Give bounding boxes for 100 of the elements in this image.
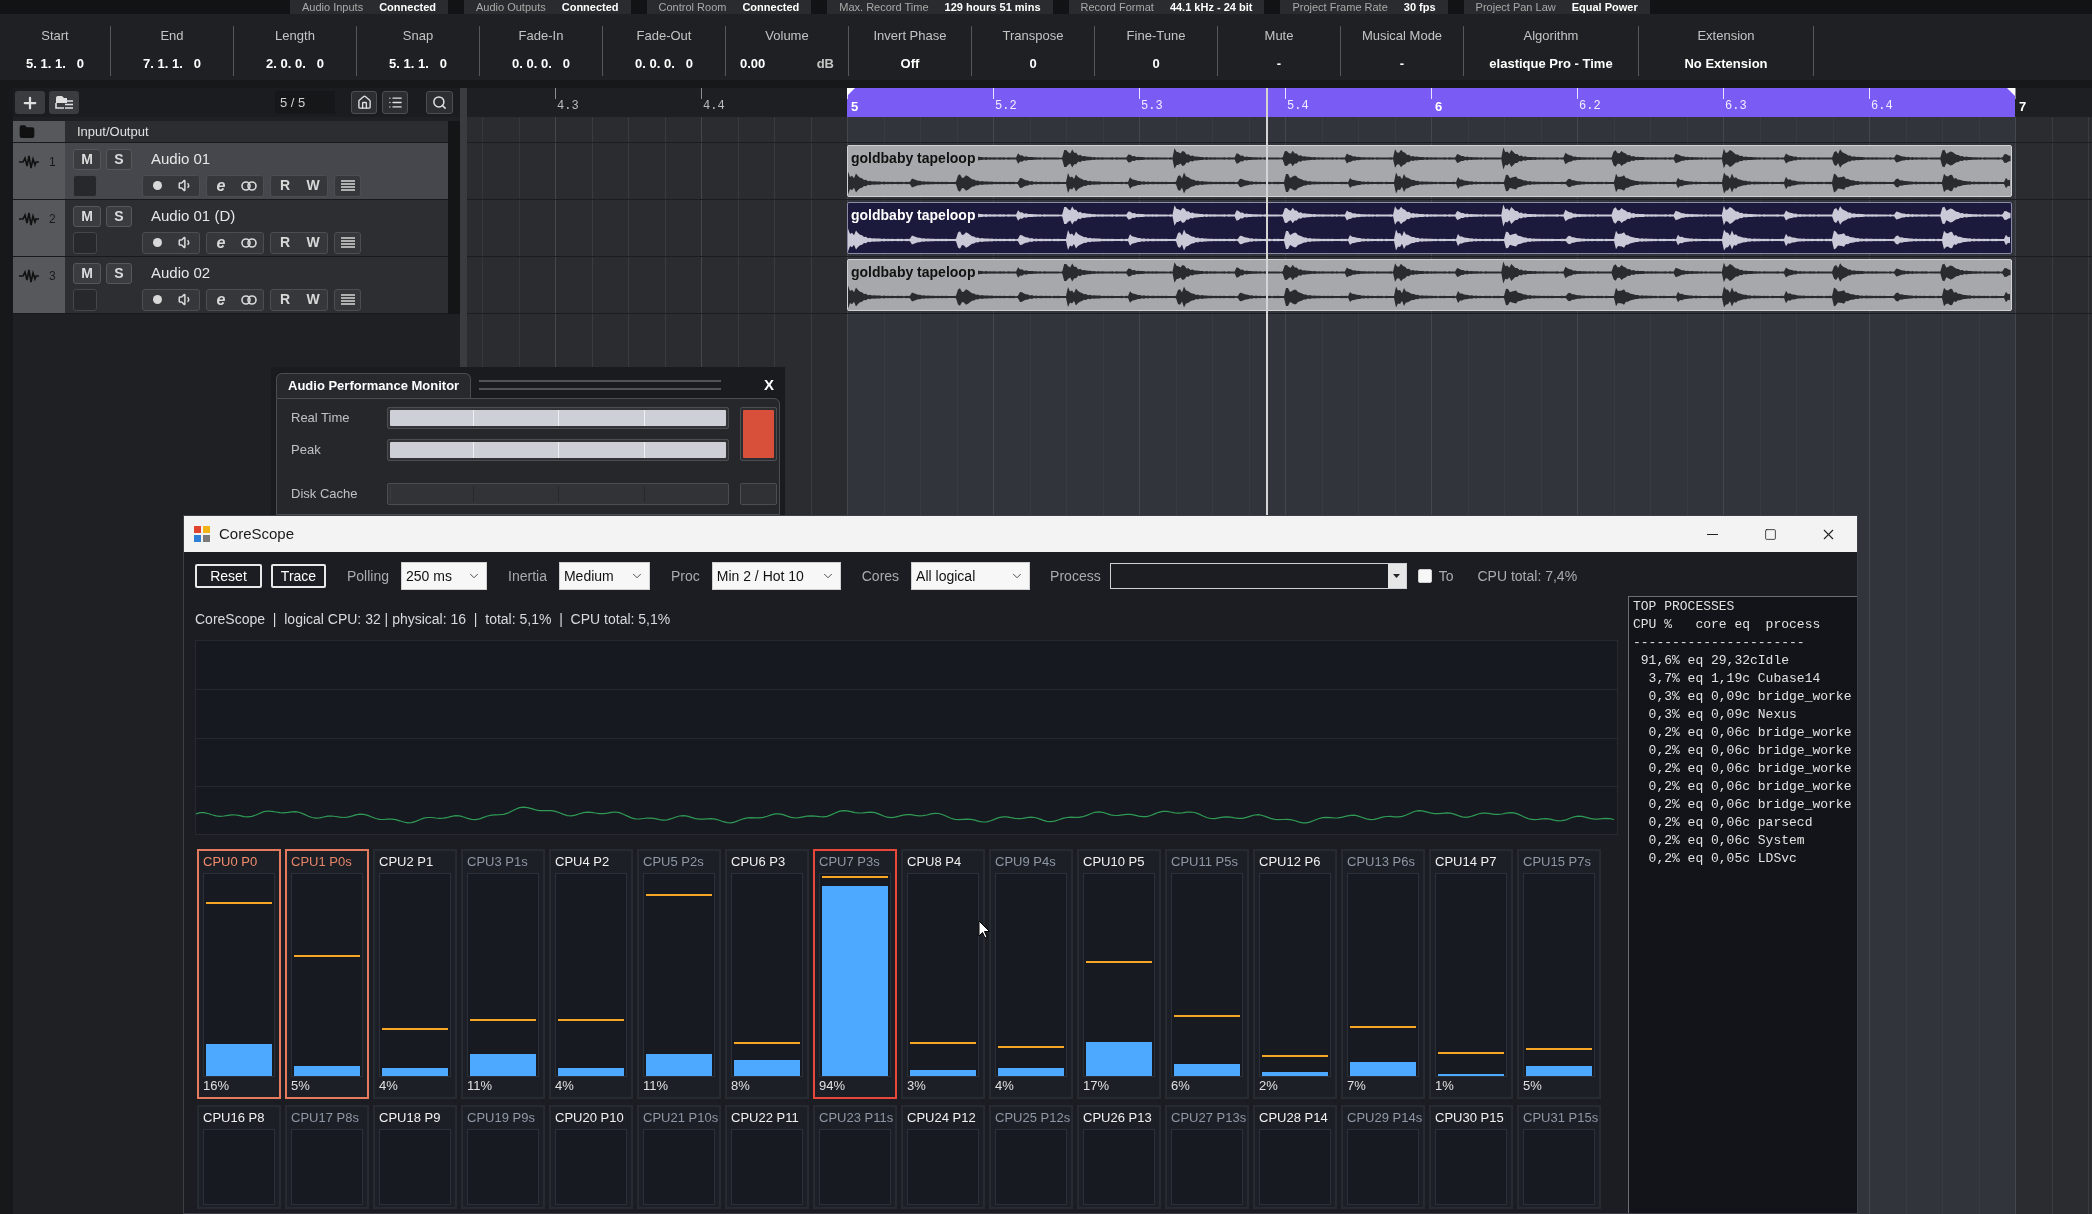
solo-button[interactable]: S	[106, 205, 132, 227]
waveform-icon	[19, 155, 39, 169]
add-track-button[interactable]	[15, 91, 45, 114]
read-button[interactable]: R	[271, 289, 299, 310]
info-value[interactable]: 0	[1029, 53, 1037, 73]
app-icon	[194, 526, 210, 542]
track-header[interactable]: M S Audio 01 e R W	[65, 143, 448, 199]
status-value: Connected	[561, 0, 619, 14]
write-button[interactable]: W	[299, 232, 327, 253]
info-value[interactable]: No Extension	[1684, 53, 1768, 73]
window-tab[interactable]: Audio Performance Monitor	[276, 373, 472, 398]
status-value: Connected	[379, 0, 436, 14]
toolbar-button[interactable]: Trace	[271, 564, 326, 588]
solo-button[interactable]: S	[106, 148, 132, 170]
audio-event[interactable]: goldbaby tapeloop	[847, 202, 2012, 254]
meter-label: Disk Cache	[291, 485, 359, 504]
audio-event[interactable]: goldbaby tapeloop	[847, 259, 2012, 311]
info-value[interactable]: 2. 0. 0. 0	[266, 53, 324, 73]
status-label: Record Format	[1080, 0, 1154, 14]
info-value[interactable]: -	[1276, 53, 1282, 73]
info-value[interactable]: 0. 0. 0. 0	[512, 53, 570, 73]
core-label: CPU7 P3s	[819, 853, 881, 871]
status-value: 129 hours 51 mins	[944, 0, 1041, 14]
info-value[interactable]: 5. 1. 1. 0	[26, 53, 84, 73]
ruler-segment[interactable]: 5	[847, 88, 993, 117]
info-label: Transpose	[1002, 27, 1064, 45]
dropdown-select[interactable]: 250 ms	[401, 562, 488, 590]
process-row-text: 0,2% eq 0,06c System	[1647, 832, 1806, 850]
beat-number: 6.4	[1870, 99, 1894, 114]
info-value[interactable]: 0.00	[740, 53, 766, 73]
to-checkbox[interactable]	[1417, 569, 1432, 583]
editor-button[interactable]	[334, 288, 361, 311]
info-value[interactable]: 7. 1. 1. 0	[143, 53, 201, 73]
ruler-segment[interactable]: 5.4	[1285, 88, 1431, 117]
dropdown-select[interactable]: All logical	[911, 562, 1031, 590]
dot-icon	[152, 181, 162, 190]
core-label: CPU22 P11	[731, 1109, 800, 1127]
beat-number: 4.3	[556, 99, 580, 114]
track-header[interactable]: M S Audio 01 (D) e R W	[65, 200, 448, 256]
write-button[interactable]: W	[299, 289, 327, 310]
toolbar-button[interactable]: Reset	[195, 564, 262, 588]
core-label: CPU23 P11s	[819, 1109, 891, 1127]
rings-icon	[241, 180, 257, 191]
mute-button[interactable]: M	[73, 148, 101, 170]
info-label: Volume	[765, 27, 809, 45]
left-locator-icon[interactable]	[847, 88, 855, 96]
mute-button[interactable]: M	[73, 205, 101, 227]
process-row-text: 0,2% eq 0,05c LDSvc	[1647, 850, 1798, 868]
ruler-segment[interactable]: 5.3	[1139, 88, 1285, 117]
read-button[interactable]: R	[271, 232, 299, 253]
info-value[interactable]: -	[1399, 53, 1405, 73]
ruler-segment[interactable]: 6.4	[1869, 88, 2015, 117]
checkbox-label: To	[1438, 566, 1454, 586]
mute-button[interactable]: M	[73, 262, 101, 284]
core-label: CPU16 P8	[203, 1109, 266, 1127]
dropdown-button[interactable]	[1387, 564, 1406, 588]
info-label: Snap	[402, 27, 434, 45]
field-label: Proc	[670, 566, 700, 586]
search-button[interactable]	[426, 91, 453, 114]
solo-button[interactable]: S	[106, 262, 132, 284]
info-value[interactable]: 5. 1. 1. 0	[389, 53, 447, 73]
house-button[interactable]	[351, 91, 377, 114]
square-toggle-button[interactable]	[73, 174, 97, 197]
info-value[interactable]: 0. 0. 0. 0	[635, 53, 693, 73]
close-button[interactable]: X	[764, 376, 774, 394]
list-button[interactable]	[382, 91, 408, 114]
ruler-segment[interactable]: 6	[1431, 88, 1577, 117]
track-header[interactable]: M S Audio 02 e R W	[65, 257, 448, 313]
core-label: CPU18 P9	[379, 1109, 442, 1127]
scrollbar-track[interactable]	[448, 121, 460, 314]
info-label: Invert Phase	[873, 27, 947, 45]
square-toggle-button[interactable]	[73, 288, 97, 311]
editor-button[interactable]	[334, 174, 361, 197]
read-button[interactable]: R	[271, 175, 299, 196]
folder-lines-button[interactable]	[49, 91, 79, 114]
edit-button[interactable]: e	[207, 175, 235, 196]
edit-button[interactable]: e	[207, 289, 235, 310]
ruler-segment[interactable]: 6.2	[1577, 88, 1723, 117]
audio-event[interactable]: goldbaby tapeloop	[847, 145, 2012, 197]
core-label: CPU0 P0	[203, 853, 259, 871]
process-combo[interactable]	[1109, 563, 1407, 589]
beat-number: 6.2	[1578, 99, 1602, 114]
dropdown-select[interactable]: Medium	[558, 562, 650, 590]
status-label: Audio Inputs	[302, 0, 364, 14]
info-value[interactable]: Off	[900, 53, 920, 73]
right-locator-icon[interactable]	[2007, 88, 2015, 96]
info-value[interactable]: 0	[1152, 53, 1160, 73]
ruler-segment[interactable]: 6.3	[1723, 88, 1869, 117]
edit-button[interactable]: e	[207, 232, 235, 253]
dropdown-select[interactable]: Min 2 / Hot 10	[711, 562, 841, 590]
core-label: CPU30 P15	[1435, 1109, 1505, 1127]
status-label: Control Room	[658, 0, 727, 14]
info-value[interactable]: elastique Pro - Time	[1489, 53, 1613, 73]
editor-button[interactable]	[334, 231, 361, 254]
ruler-segment[interactable]: 5.2	[993, 88, 1139, 117]
write-button[interactable]: W	[299, 175, 327, 196]
square-toggle-button[interactable]	[73, 231, 97, 254]
info-label: Mute	[1264, 27, 1294, 45]
status-value: Equal Power	[1571, 0, 1638, 14]
beat-number: 5.3	[1140, 99, 1164, 114]
